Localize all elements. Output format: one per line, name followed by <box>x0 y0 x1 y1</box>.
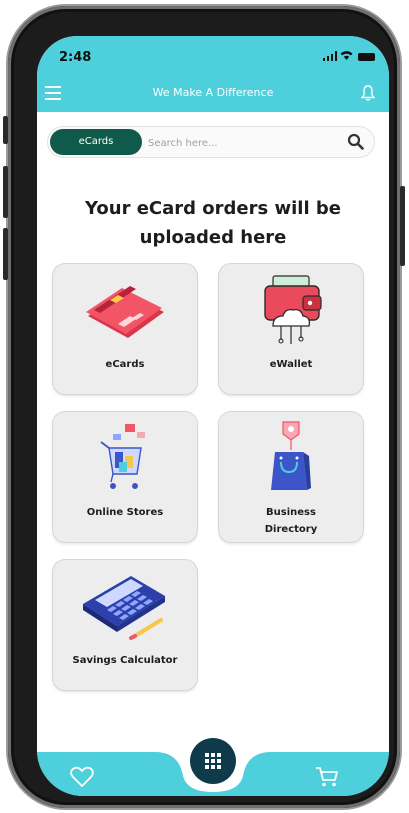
tile-label-line-2: Directory <box>264 524 318 535</box>
tile-business-directory[interactable]: Business Directory <box>219 412 363 542</box>
app-screen: 2:48 We Make A Difference eCards Search … <box>37 36 389 796</box>
headline-line-1: Your eCard orders will be <box>85 198 341 219</box>
wallet-icon <box>264 275 322 344</box>
bell-icon[interactable] <box>361 84 375 102</box>
silent-switch <box>3 116 8 144</box>
status-bar: 2:48 <box>37 36 389 76</box>
search-input[interactable] <box>146 132 340 154</box>
search-icon[interactable] <box>347 133 364 150</box>
tile-label: Online Stores <box>86 507 164 518</box>
tile-label-line-1: Business <box>266 507 316 518</box>
credit-card-icon <box>86 286 164 338</box>
signal-icon <box>323 51 337 61</box>
search-bar: eCards <box>48 127 374 157</box>
grid-menu-button[interactable] <box>190 738 236 784</box>
tile-online-stores[interactable]: Online Stores <box>53 412 197 542</box>
tile-ewallet[interactable]: eWallet <box>219 264 363 394</box>
grid-menu-icon <box>205 753 221 769</box>
shopping-bag-icon <box>271 421 311 490</box>
tile-ecards[interactable]: eCards <box>53 264 197 394</box>
battery-icon <box>358 53 375 61</box>
tile-label: Savings Calculator <box>72 655 178 666</box>
calculator-icon <box>83 576 165 640</box>
wifi-icon <box>340 51 353 60</box>
shopping-cart-icon <box>100 424 145 489</box>
cart-icon[interactable] <box>315 766 339 788</box>
status-time: 2:48 <box>59 50 92 65</box>
tile-label: eCards <box>105 359 145 370</box>
volume-up-button <box>3 166 8 218</box>
volume-down-button <box>3 228 8 280</box>
tile-label: eWallet <box>269 359 313 370</box>
tile-savings-calculator[interactable]: Savings Calculator <box>53 560 197 690</box>
headline-line-2: uploaded here <box>139 227 287 248</box>
app-title: We Make A Difference <box>152 86 274 99</box>
heart-icon[interactable] <box>70 766 94 788</box>
power-button <box>400 186 405 266</box>
app-header: We Make A Difference <box>37 76 389 112</box>
page-headline: Your eCard orders will be uploaded here <box>37 194 389 252</box>
category-selector[interactable]: eCards <box>50 129 142 155</box>
